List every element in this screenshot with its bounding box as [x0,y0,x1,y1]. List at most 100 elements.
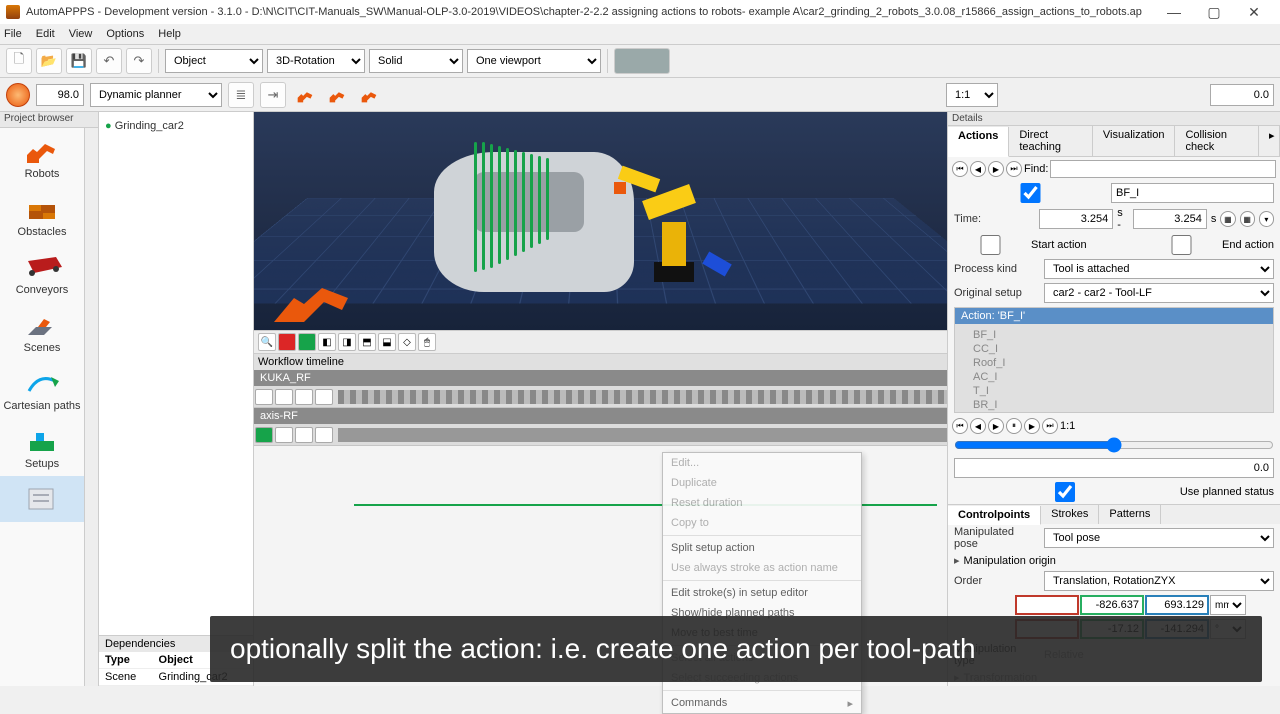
robot-tool-icon-2[interactable] [324,82,350,108]
vp-cube-icon[interactable] [278,333,296,351]
tree-node[interactable]: BR_I [973,398,1269,412]
speed-knob-icon[interactable] [6,83,30,107]
planner-select[interactable]: Dynamic planner [90,83,222,107]
track-ctrl[interactable] [275,427,293,443]
action-tree[interactable]: Action: 'BF_I' BF_I CC_I Roof_I AC_I T_I… [954,307,1274,413]
tree-node[interactable]: BF_I [973,328,1269,342]
ctx-copy-to[interactable]: Copy to [663,513,861,533]
track-ctrl[interactable] [295,427,313,443]
zoom-select[interactable]: 1:1 [946,83,998,107]
first-icon[interactable]: ⏮ [952,161,968,177]
open-icon[interactable]: 📂 [36,48,62,74]
timeline-slider[interactable] [954,437,1274,453]
list-icon[interactable]: ≣ [228,82,254,108]
vp-btn[interactable]: ◇ [398,333,416,351]
pb-robots[interactable]: Robots [0,128,84,186]
first-icon[interactable]: ⏮ [952,418,968,434]
next-icon[interactable]: ▶ [988,161,1004,177]
play-icon[interactable]: ▶ [988,418,1004,434]
bf-checkbox[interactable] [954,183,1107,203]
minimize-button[interactable]: — [1154,4,1194,20]
slider-value[interactable] [954,458,1274,478]
time-btn[interactable]: ▦ [1220,211,1235,227]
robot-tool-icon-3[interactable] [356,82,382,108]
pause-icon[interactable]: ⏸ [1006,418,1022,434]
time-btn[interactable]: ▦ [1240,211,1255,227]
subtab-controlpoints[interactable]: Controlpoints [948,506,1041,525]
align-icon[interactable]: ⇥ [260,82,286,108]
tree-node[interactable]: Roof_I [973,356,1269,370]
subtab-strokes[interactable]: Strokes [1041,505,1099,524]
track-axis[interactable]: axis-RF [254,408,947,424]
process-kind-select[interactable]: Tool is attached [1044,259,1274,279]
shading-select[interactable]: Solid [369,49,463,73]
tab-collision[interactable]: Collision check [1175,126,1259,156]
close-button[interactable]: ✕ [1234,4,1274,21]
coord-x[interactable] [1015,595,1079,615]
rotation-select[interactable]: 3D-Rotation [267,49,365,73]
ctx-commands[interactable]: Commands▸ [663,693,861,713]
vp-zoom-icon[interactable]: 🔍 [258,333,276,351]
pb-cartesian-paths[interactable]: Cartesian paths [0,360,84,418]
vp-btn[interactable]: ◧ [318,333,336,351]
ctx-edit-strokes[interactable]: Edit stroke(s) in setup editor [663,583,861,603]
prev-icon[interactable]: ◀ [970,418,986,434]
tree-node[interactable]: CC_I [973,342,1269,356]
prev-icon[interactable]: ◀ [970,161,986,177]
track-ctrl[interactable] [275,389,293,405]
new-icon[interactable]: 🗋 [6,48,32,74]
time-field[interactable] [1210,84,1274,106]
ctx-duplicate[interactable]: Duplicate [663,473,861,493]
next-icon[interactable]: ▶ [1024,418,1040,434]
menu-options[interactable]: Options [106,28,144,40]
track-play-icon[interactable] [255,389,273,405]
manip-origin-row[interactable]: ▸ Manipulation origin [948,552,1280,569]
menu-view[interactable]: View [69,28,93,40]
vp-cube2-icon[interactable] [298,333,316,351]
undo-icon[interactable]: ↶ [96,48,122,74]
menu-edit[interactable]: Edit [36,28,55,40]
ctx-split-setup[interactable]: Split setup action [663,538,861,558]
pb-scenes[interactable]: Scenes [0,302,84,360]
last-icon[interactable]: ⏭ [1006,161,1022,177]
pb-setups[interactable]: Setups [0,418,84,476]
menu-file[interactable]: File [4,28,22,40]
ctx-edit[interactable]: Edit... [663,453,861,473]
maximize-button[interactable]: ▢ [1194,4,1234,21]
end-action-checkbox[interactable] [1145,235,1218,255]
object-select[interactable]: Object [165,49,263,73]
chevron-down-icon[interactable]: ▾ [1259,211,1274,227]
manip-pose-select[interactable]: Tool pose [1044,528,1274,548]
tree-item-grinding[interactable]: ● Grinding_car2 [105,118,247,134]
time-to-field[interactable] [1133,209,1207,229]
tab-direct-teaching[interactable]: Direct teaching [1009,126,1093,156]
ctx-use-stroke-name[interactable]: Use always stroke as action name [663,558,861,578]
subtab-patterns[interactable]: Patterns [1099,505,1161,524]
vp-btn[interactable]: ⬓ [378,333,396,351]
pb-conveyors[interactable]: Conveyors [0,244,84,302]
time-from-field[interactable] [1039,209,1113,229]
order-select[interactable]: Translation, RotationZYX [1044,571,1274,591]
save-icon[interactable]: 💾 [66,48,92,74]
track-play-icon[interactable] [255,427,273,443]
tree-node[interactable]: T_I [973,384,1269,398]
scrollbar[interactable] [84,128,98,686]
track-ctrl[interactable] [315,389,333,405]
pb-obstacles[interactable]: Obstacles [0,186,84,244]
find-input[interactable] [1050,160,1276,178]
original-setup-select[interactable]: car2 - car2 - Tool-LF [1044,283,1274,303]
coord-z[interactable]: 693.129 [1145,595,1209,615]
coord-y[interactable]: -826.637 [1080,595,1144,615]
robot-tool-icon-1[interactable] [292,82,318,108]
track-ctrl[interactable] [315,427,333,443]
tab-actions[interactable]: Actions [948,127,1009,157]
tree-node[interactable]: AC_I [973,370,1269,384]
track-row[interactable] [254,386,947,408]
track-row[interactable] [254,424,947,446]
use-planned-checkbox[interactable] [954,482,1176,502]
vp-btn[interactable]: ⬒ [358,333,376,351]
pb-workflows[interactable] [0,476,84,522]
track-kuka[interactable]: KUKA_RF [254,370,947,386]
start-action-checkbox[interactable] [954,235,1027,255]
last-icon[interactable]: ⏭ [1042,418,1058,434]
